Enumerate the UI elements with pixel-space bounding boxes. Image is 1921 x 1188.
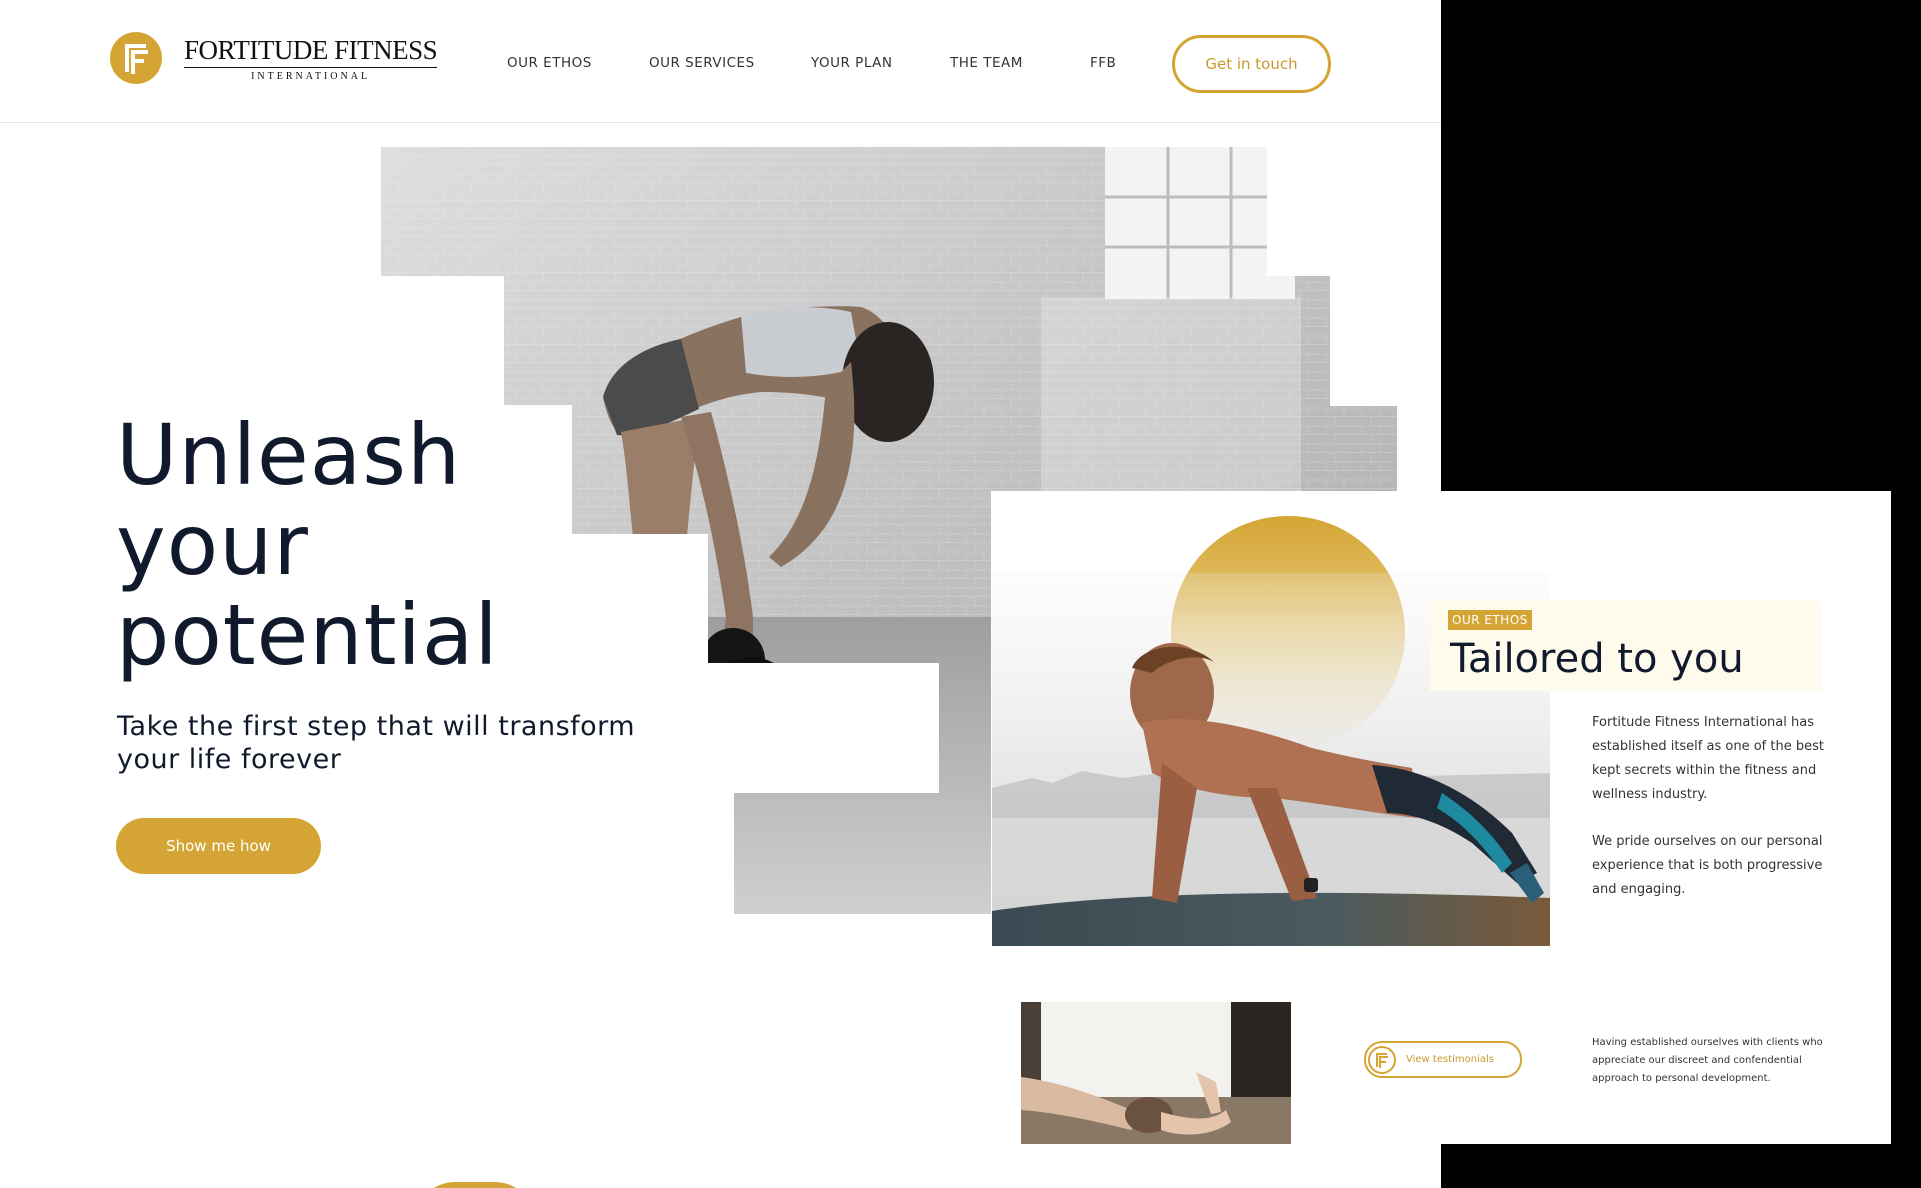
ethos-small-note: Having established ourselves with client… xyxy=(1592,1037,1823,1084)
hero-title-line-1: Unleash xyxy=(116,406,462,504)
stretching-athlete-image xyxy=(1021,1002,1291,1144)
decorative-gold-arc xyxy=(415,1182,535,1188)
site-header: FORTITUDE FITNESS INTERNATIONAL OUR ETHO… xyxy=(0,0,1441,123)
nav-ffb[interactable]: FFB xyxy=(1090,55,1116,71)
ethos-paragraph-1: Fortitude Fitness International has esta… xyxy=(1592,715,1824,802)
ethos-eyebrow-badge: OUR ETHOS xyxy=(1448,610,1532,630)
ethos-paragraph-2: We pride ourselves on our personal exper… xyxy=(1592,834,1823,897)
nav-your-plan[interactable]: YOUR PLAN xyxy=(811,55,893,71)
get-in-touch-button[interactable]: Get in touch xyxy=(1172,35,1331,93)
hero-title-line-2: your xyxy=(116,496,309,594)
hero-title: Unleash your potential xyxy=(116,410,499,680)
hero-title-line-3: potential xyxy=(116,586,499,684)
nav-the-team[interactable]: THE TEAM xyxy=(950,55,1023,71)
nav-our-services[interactable]: OUR SERVICES xyxy=(649,55,755,71)
ff-monogram-icon xyxy=(1368,1045,1396,1074)
show-me-how-button[interactable]: Show me how xyxy=(116,818,321,874)
view-testimonials-label: View testimonials xyxy=(1406,1054,1494,1065)
ethos-title: Tailored to you xyxy=(1450,636,1744,682)
view-testimonials-button[interactable]: View testimonials xyxy=(1364,1041,1522,1078)
hero-subtitle: Take the first step that will transform … xyxy=(117,711,636,775)
ethos-section: OUR ETHOS Tailored to you Fortitude Fitn… xyxy=(992,491,1891,1144)
nav-our-ethos[interactable]: OUR ETHOS xyxy=(507,55,592,71)
